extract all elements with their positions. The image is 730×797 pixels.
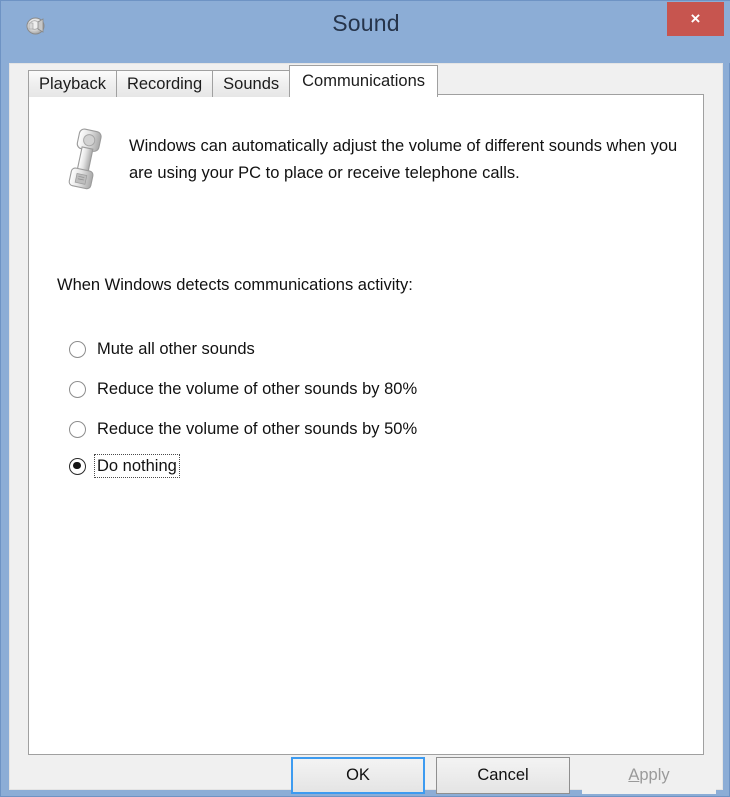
- sound-dialog-window: Sound × Playback Recording Sounds Commun…: [0, 0, 730, 797]
- cancel-button[interactable]: Cancel: [436, 757, 570, 794]
- tab-recording[interactable]: Recording: [115, 70, 214, 97]
- dialog-footer: OK Cancel Apply: [10, 757, 724, 794]
- radio-circle-icon: [69, 340, 86, 358]
- radio-group-label: When Windows detects communications acti…: [57, 276, 413, 294]
- window-title: Sound: [332, 10, 400, 36]
- radio-option-mute-all[interactable]: Mute all other sounds: [69, 329, 669, 369]
- ok-button[interactable]: OK: [291, 757, 425, 794]
- communications-tab-panel: Windows can automatically adjust the vol…: [28, 94, 704, 755]
- radio-option-label: Mute all other sounds: [97, 340, 255, 358]
- title-bar: Sound ×: [1, 1, 730, 63]
- tab-communications[interactable]: Communications: [289, 65, 439, 97]
- apply-label-rest: pply: [639, 766, 670, 784]
- radio-option-reduce-80[interactable]: Reduce the volume of other sounds by 80%: [69, 369, 669, 409]
- tab-sounds[interactable]: Sounds: [212, 70, 291, 97]
- radio-circle-icon: [69, 380, 86, 398]
- radio-circle-icon: [69, 420, 86, 438]
- apply-button: Apply: [582, 757, 716, 794]
- radio-option-label: Do nothing: [94, 454, 180, 478]
- close-button[interactable]: ×: [667, 2, 724, 36]
- telephone-handset-icon: [61, 127, 111, 193]
- radio-circle-selected-icon: [69, 457, 86, 475]
- communications-activity-radio-group: Mute all other sounds Reduce the volume …: [69, 329, 669, 483]
- radio-option-do-nothing[interactable]: Do nothing: [69, 449, 669, 483]
- radio-option-reduce-50[interactable]: Reduce the volume of other sounds by 50%: [69, 409, 669, 449]
- panel-description: Windows can automatically adjust the vol…: [129, 137, 678, 182]
- radio-option-label: Reduce the volume of other sounds by 50%: [97, 420, 418, 438]
- radio-option-label: Reduce the volume of other sounds by 80%: [97, 380, 418, 398]
- dialog-body: Playback Recording Sounds Communications: [9, 63, 724, 794]
- apply-accelerator: A: [628, 766, 640, 784]
- tab-strip: Playback Recording Sounds Communications: [28, 65, 439, 97]
- tab-playback[interactable]: Playback: [28, 70, 117, 97]
